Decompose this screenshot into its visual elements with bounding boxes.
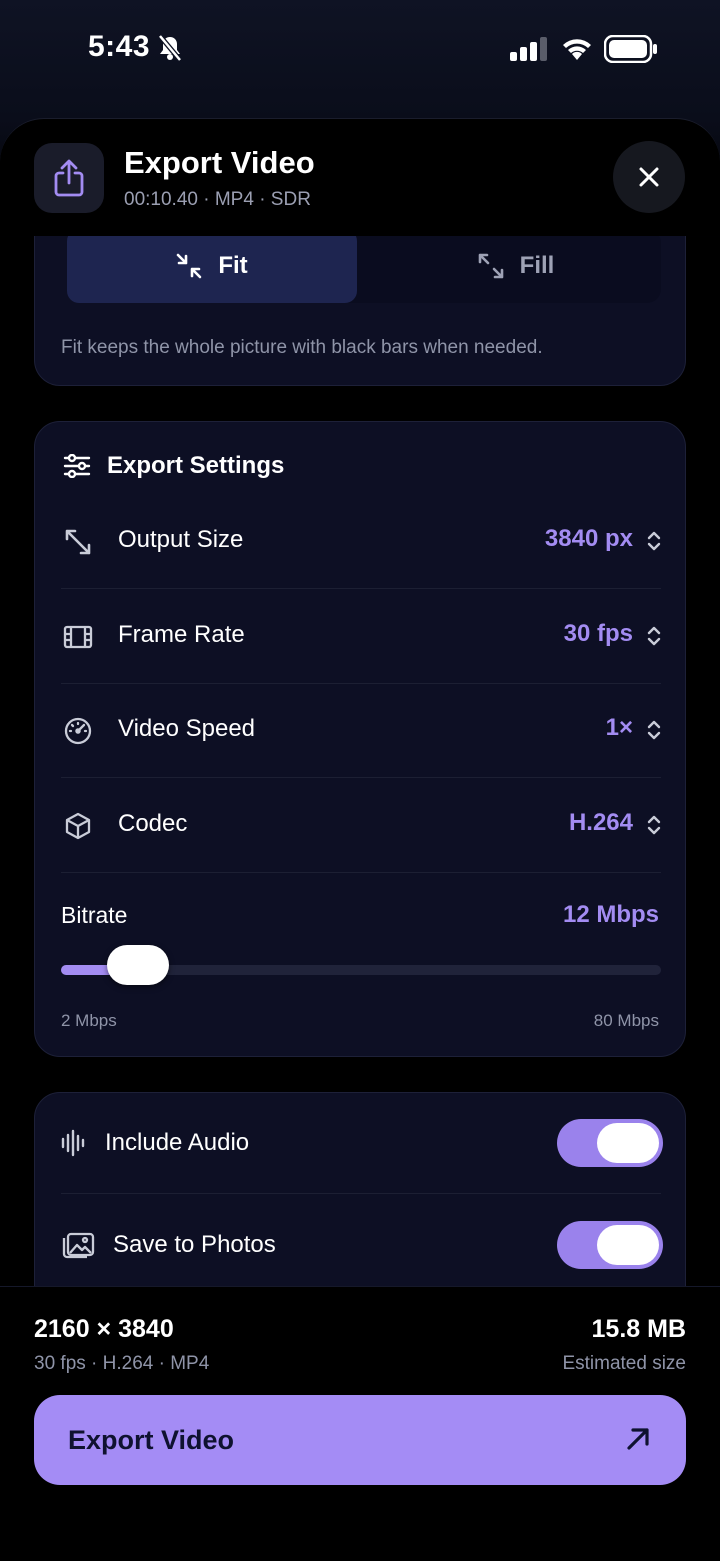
bitrate-max-label: 80 Mbps (593, 1011, 659, 1030)
video-speed-label: Video Speed (118, 715, 256, 742)
export-badge (34, 143, 104, 213)
export-settings-header: Export Settings (63, 452, 284, 480)
close-icon (639, 167, 659, 187)
frame-rate-value: 30 fps (563, 620, 633, 647)
waveform-icon (61, 1129, 85, 1157)
contract-icon (177, 253, 202, 279)
speedometer-icon (64, 717, 92, 745)
sheet-header: Export Video 00:10.40 · MP4 · SDR (0, 118, 720, 236)
frame-rate-label: Frame Rate (118, 621, 245, 648)
output-size-row[interactable]: Output Size 3840 px (61, 495, 661, 589)
export-screen: 5:43 Fit Fill Fit keeps the whole pictur… (0, 0, 720, 1561)
bitrate-slider-track[interactable] (61, 945, 661, 985)
codec-label: Codec (118, 810, 188, 837)
status-time: 5:43 (88, 30, 151, 63)
export-settings-title: Export Settings (107, 452, 285, 479)
save-to-photos-row: Save to Photos (61, 1195, 663, 1295)
resize-icon (65, 529, 91, 555)
toggles-card: Include Audio Save to Photos (34, 1092, 686, 1312)
output-size-value: 3840 px (544, 525, 633, 552)
video-speed-row[interactable]: Video Speed 1× (61, 684, 661, 778)
estimated-size-label: Estimated size (562, 1353, 686, 1374)
toggle-knob (597, 1225, 659, 1265)
fit-option[interactable]: Fit (67, 229, 357, 303)
bitrate-min-label: 2 Mbps (61, 1011, 117, 1030)
battery-icon (604, 35, 657, 63)
close-button[interactable] (613, 141, 685, 213)
scale-mode-segmented-control: Fit Fill (67, 229, 661, 303)
export-video-button[interactable]: Export Video (34, 1395, 686, 1485)
chevron-up-down-icon (647, 815, 661, 835)
bitrate-label: Bitrate (61, 902, 128, 928)
estimated-size-value: 15.8 MB (591, 1315, 686, 1343)
include-audio-label: Include Audio (105, 1129, 250, 1156)
codec-value: H.264 (568, 809, 633, 836)
chevron-up-down-icon (647, 720, 661, 740)
export-video-button-label: Export Video (68, 1425, 235, 1455)
codec-row[interactable]: Codec H.264 (61, 779, 661, 873)
fill-label: Fill (519, 252, 555, 279)
scale-mode-note: Fit keeps the whole picture with black b… (61, 337, 543, 358)
output-size-label: Output Size (118, 526, 244, 553)
film-icon (63, 625, 93, 649)
video-speed-value: 1× (605, 714, 633, 741)
cube-icon (65, 812, 91, 840)
expand-icon (478, 253, 503, 279)
include-audio-toggle[interactable] (557, 1119, 663, 1167)
sliders-icon (63, 454, 91, 478)
export-footer: 2160 × 3840 30 fps · H.264 · MP4 15.8 MB… (0, 1286, 720, 1561)
fill-option[interactable]: Fill (371, 229, 661, 303)
share-icon (54, 159, 84, 197)
bitrate-slider-thumb[interactable] (106, 945, 169, 985)
header-subtitle: 00:10.40 · MP4 · SDR (124, 189, 311, 210)
wifi-icon (563, 39, 591, 60)
toggle-knob (597, 1123, 659, 1163)
chevron-up-down-icon (647, 531, 661, 551)
photos-icon (62, 1232, 95, 1259)
arrow-up-right-icon (627, 1428, 649, 1450)
cellular-signal-icon (510, 37, 547, 61)
output-dimensions: 2160 × 3840 (34, 1315, 174, 1343)
status-bar: 5:43 (0, 0, 720, 100)
header-title: Export Video (124, 145, 315, 180)
bell-slash-icon (158, 34, 182, 62)
output-details: 30 fps · H.264 · MP4 (34, 1353, 210, 1374)
divider (61, 1193, 661, 1194)
include-audio-row: Include Audio (61, 1093, 663, 1193)
fit-label: Fit (218, 252, 248, 279)
bitrate-value: 12 Mbps (562, 901, 659, 928)
frame-rate-row[interactable]: Frame Rate 30 fps (61, 590, 661, 684)
save-to-photos-label: Save to Photos (113, 1231, 276, 1258)
chevron-up-down-icon (647, 626, 661, 646)
save-to-photos-toggle[interactable] (557, 1221, 663, 1269)
export-settings-card: Export Settings Output Size 3840 px Fram… (34, 421, 686, 1057)
